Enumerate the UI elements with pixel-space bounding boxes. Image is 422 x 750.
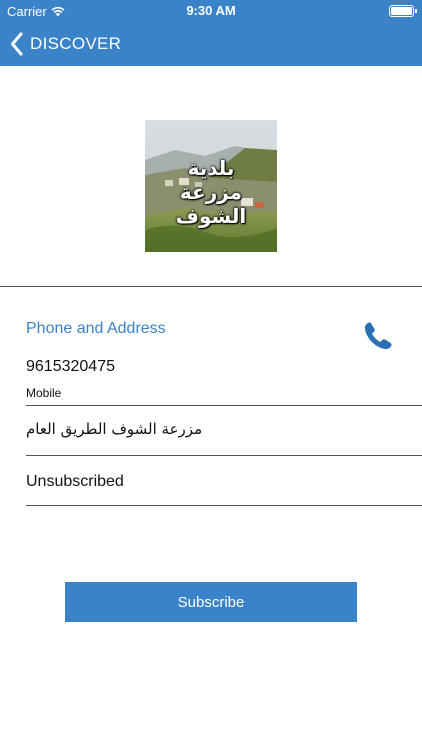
status-bar: Carrier 9:30 AM	[0, 0, 422, 22]
chevron-left-icon	[11, 32, 23, 56]
phone-type-label: Mobile	[26, 386, 62, 400]
subscription-status: Unsubscribed	[26, 473, 124, 490]
address-text: مزرعة الشوف الطريق العام	[26, 420, 203, 438]
navigation-bar: DISCOVER	[0, 22, 422, 66]
back-button[interactable]: DISCOVER	[10, 30, 121, 58]
phone-icon[interactable]	[360, 318, 396, 354]
header: Carrier 9:30 AM DISCOVER	[0, 0, 422, 66]
caption-line-2: مزرعة الشوف	[175, 180, 247, 228]
phone-number[interactable]: 9615320475	[26, 358, 115, 376]
divider	[26, 455, 422, 456]
divider	[26, 505, 422, 506]
divider	[26, 405, 422, 406]
clock: 9:30 AM	[186, 3, 236, 18]
image-caption: بلدية مزرعة الشوف	[145, 156, 277, 228]
caption-line-1: بلدية	[187, 156, 235, 180]
section-title: Phone and Address	[26, 320, 166, 337]
section-divider	[0, 286, 422, 287]
municipality-image: بلدية مزرعة الشوف	[145, 120, 277, 252]
subscribe-button[interactable]: Subscribe	[65, 582, 357, 622]
battery-icon	[389, 5, 417, 17]
back-label: DISCOVER	[30, 34, 122, 53]
